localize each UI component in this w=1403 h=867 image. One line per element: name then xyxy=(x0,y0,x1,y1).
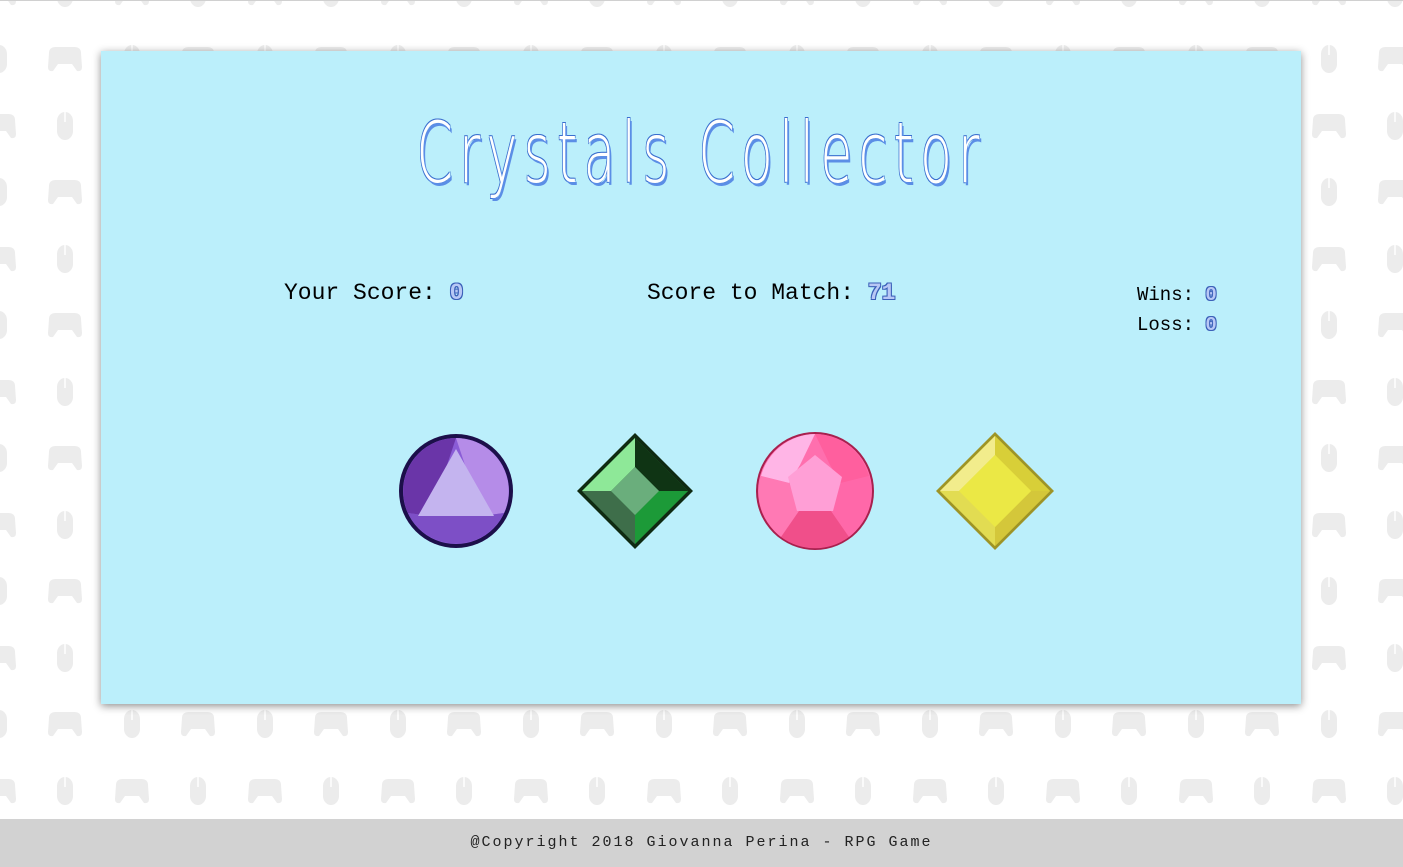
game-title: Crystals Collector xyxy=(416,104,986,202)
losses-value: 0 xyxy=(1205,314,1217,336)
purple-crystal-button[interactable] xyxy=(396,431,516,551)
purple-crystal-icon xyxy=(399,434,513,548)
wins: Wins: 0 xyxy=(1137,283,1217,307)
losses-label: Loss: xyxy=(1137,314,1195,336)
your-score-value: 0 xyxy=(449,280,464,306)
yellow-crystal-button[interactable] xyxy=(935,431,1055,551)
game-panel: Crystals Collector Your Score: 0 Score t… xyxy=(101,51,1301,704)
wins-label: Wins: xyxy=(1137,284,1195,306)
pink-crystal-button[interactable] xyxy=(755,431,875,551)
yellow-crystal-icon xyxy=(936,432,1054,550)
score-to-match-label: Score to Match: xyxy=(647,280,855,306)
your-score-label: Your Score: xyxy=(284,280,436,306)
footer: @Copyright 2018 Giovanna Perina - RPG Ga… xyxy=(0,819,1403,867)
green-crystal-button[interactable] xyxy=(575,431,695,551)
wins-value: 0 xyxy=(1205,284,1217,306)
your-score: Your Score: 0 xyxy=(284,279,463,307)
pink-crystal-icon xyxy=(756,432,874,550)
score-to-match: Score to Match: 71 xyxy=(647,279,895,307)
copyright-text: @Copyright 2018 Giovanna Perina - RPG Ga… xyxy=(470,834,933,851)
score-to-match-value: 71 xyxy=(867,280,896,306)
top-border xyxy=(0,0,1403,1)
losses: Loss: 0 xyxy=(1137,313,1217,337)
green-crystal-icon xyxy=(577,433,693,549)
